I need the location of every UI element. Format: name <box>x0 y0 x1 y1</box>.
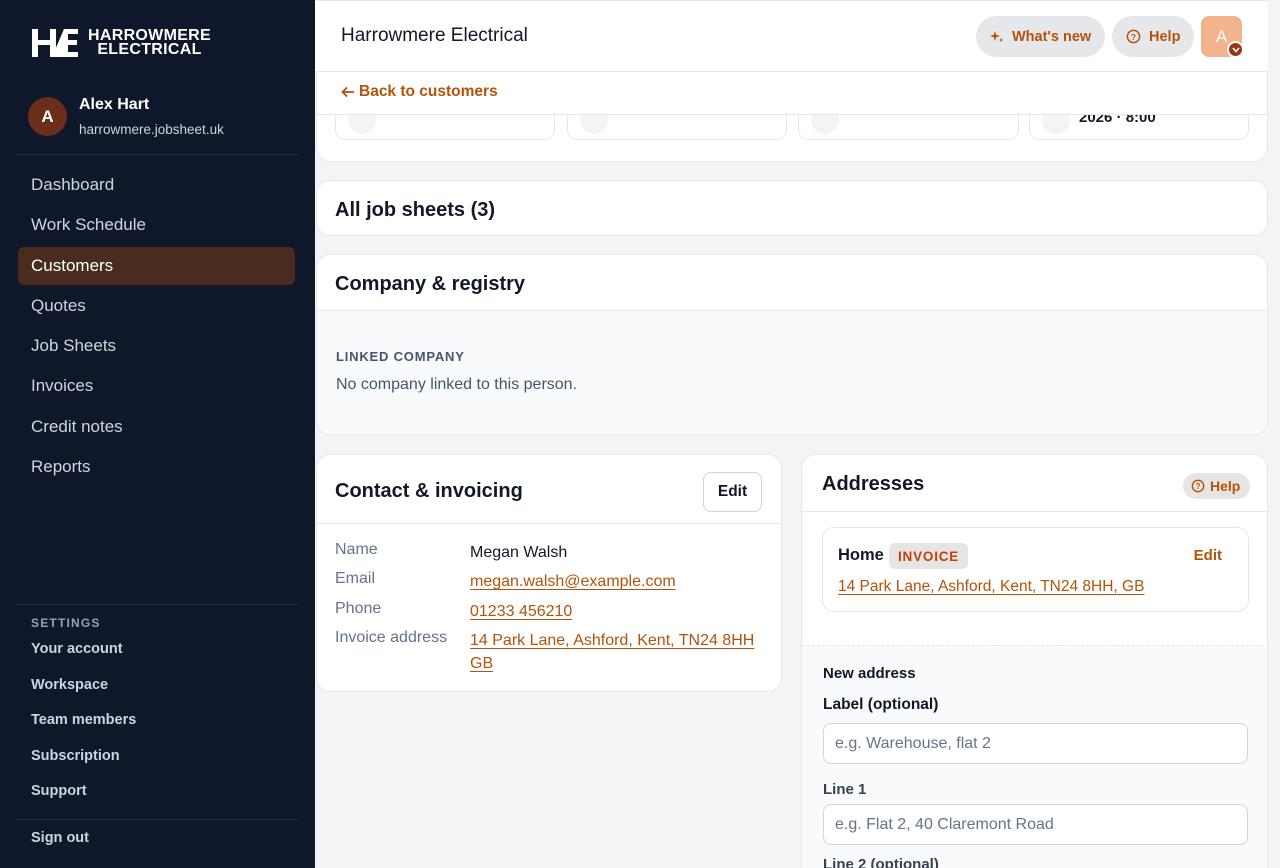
chevron-down-icon <box>1227 41 1244 58</box>
new-address-title: New address <box>823 665 916 682</box>
sidebar: HARROWMERE ELECTRICAL A Alex Hart harrow… <box>0 0 315 868</box>
linked-company-panel: LINKED COMPANY No company linked to this… <box>317 310 1267 434</box>
nav-item-reports[interactable]: Reports <box>18 448 295 486</box>
back-bar: Back to customers <box>317 72 1267 115</box>
new-address-form: New address Label (optional) Line 1 Line… <box>802 645 1267 868</box>
settings-team-members[interactable]: Team members <box>31 712 136 748</box>
contact-divider <box>317 523 781 524</box>
top-bar: Harrowmere Electrical What's new ? Help … <box>315 0 1268 72</box>
company-registry-title: Company & registry <box>335 273 526 295</box>
stat-tile <box>798 106 1019 140</box>
settings-workspace[interactable]: Workspace <box>31 677 136 713</box>
address-item-home: Home INVOICE Edit 14 Park Lane, Ashford,… <box>822 527 1249 612</box>
user-domain: harrowmere.jobsheet.uk <box>79 122 224 137</box>
back-link-label: Back to customers <box>359 83 498 100</box>
user-name: Alex Hart <box>79 96 150 113</box>
back-to-customers-link[interactable]: Back to customers <box>341 83 498 101</box>
line1-field-label: Line 1 <box>823 781 867 798</box>
logo-mark-icon <box>32 29 78 57</box>
invoice-badge: INVOICE <box>889 543 969 569</box>
job-sheets-title: All job sheets (3) <box>335 199 496 221</box>
signout-divider <box>16 819 297 820</box>
addresses-help-label: Help <box>1210 478 1241 494</box>
nav-item-job-sheets[interactable]: Job Sheets <box>18 327 295 365</box>
settings-your-account[interactable]: Your account <box>31 641 136 677</box>
label-field-label: Label (optional) <box>823 696 939 713</box>
addresses-divider <box>802 511 1267 512</box>
help-label: Help <box>1149 28 1181 45</box>
page-gutter <box>1268 0 1280 868</box>
edit-contact-button[interactable]: Edit <box>703 472 762 512</box>
address-link[interactable]: 14 Park Lane, Ashford, Kent, TN24 8HH, G… <box>838 578 1144 596</box>
settings-subscription[interactable]: Subscription <box>31 748 136 784</box>
nav-item-invoices[interactable]: Invoices <box>18 367 295 405</box>
contact-key: Name <box>335 541 378 558</box>
nav-item-credit-notes[interactable]: Credit notes <box>18 408 295 446</box>
main-nav: Dashboard Work Schedule Customers Quotes… <box>18 166 295 488</box>
addresses-title: Addresses <box>822 473 925 495</box>
nav-item-dashboard[interactable]: Dashboard <box>18 166 295 204</box>
company-logo[interactable]: HARROWMERE ELECTRICAL <box>30 26 211 60</box>
account-avatar-initial: A <box>1215 26 1228 46</box>
user-profile[interactable]: A Alex Hart harrowmere.jobsheet.uk <box>28 96 224 137</box>
contact-name-value: Megan Walsh <box>470 544 568 561</box>
stat-tile: 2026 · 8:00 <box>1029 106 1249 140</box>
sign-out-link[interactable]: Sign out <box>31 830 89 846</box>
nav-item-customers[interactable]: Customers <box>18 246 295 285</box>
arrow-left-icon <box>341 86 354 98</box>
settings-nav: Your account Workspace Team members Subs… <box>31 641 136 819</box>
contact-phone-link[interactable]: 01233 456210 <box>470 600 760 623</box>
linked-company-status: No company linked to this person. <box>336 376 578 393</box>
address-label-input[interactable] <box>823 723 1248 764</box>
addresses-help-button[interactable]: ? Help <box>1183 473 1251 499</box>
customer-summary-card: 2026 · 8:00 Back to customers <box>316 72 1268 162</box>
linked-company-heading: LINKED COMPANY <box>336 349 465 364</box>
address-line1-input[interactable] <box>823 804 1248 845</box>
settings-support[interactable]: Support <box>31 783 136 819</box>
logo-wordmark: HARROWMERE ELECTRICAL <box>88 28 211 58</box>
company-registry-card: Company & registry LINKED COMPANY No com… <box>316 254 1268 435</box>
contact-key: Phone <box>335 600 382 617</box>
address-label: Home <box>838 546 884 564</box>
settings-divider <box>16 604 297 605</box>
addresses-card: Addresses ? Help Home INVOICE Edit 14 Pa… <box>801 454 1268 868</box>
logo-line-2: ELECTRICAL <box>97 41 202 58</box>
workspace-title: Harrowmere Electrical <box>341 25 528 46</box>
whats-new-button[interactable]: What's new <box>976 16 1106 57</box>
user-avatar: A <box>28 97 67 136</box>
contact-key: Email <box>335 570 376 587</box>
contact-invoice-address-link[interactable]: 14 Park Lane, Ashford, Kent, TN24 8HH GB <box>470 629 762 675</box>
edit-address-button[interactable]: Edit <box>1194 547 1222 564</box>
contact-email-link[interactable]: megan.walsh@example.com <box>470 570 760 593</box>
svg-text:?: ? <box>1196 482 1201 491</box>
contact-invoicing-card: Contact & invoicing Edit Name Megan Wals… <box>316 454 782 692</box>
contact-invoicing-title: Contact & invoicing <box>335 480 523 502</box>
settings-heading: SETTINGS <box>31 616 101 630</box>
contact-key: Invoice address <box>335 629 448 646</box>
help-button[interactable]: ? Help <box>1112 16 1195 57</box>
account-menu-button[interactable]: A <box>1201 16 1244 58</box>
nav-item-quotes[interactable]: Quotes <box>18 287 295 325</box>
job-sheets-card[interactable]: All job sheets (3) <box>316 180 1268 236</box>
sidebar-divider <box>16 154 297 155</box>
whats-new-label: What's new <box>1012 28 1092 45</box>
stat-tile <box>335 106 555 140</box>
line2-field-label: Line 2 (optional) <box>823 856 939 868</box>
stat-tile <box>567 106 787 140</box>
svg-text:?: ? <box>1131 32 1136 42</box>
help-circle-icon: ? <box>1191 479 1205 493</box>
sparkle-icon <box>990 30 1003 42</box>
nav-item-work-schedule[interactable]: Work Schedule <box>18 206 295 244</box>
help-circle-icon: ? <box>1126 29 1141 44</box>
